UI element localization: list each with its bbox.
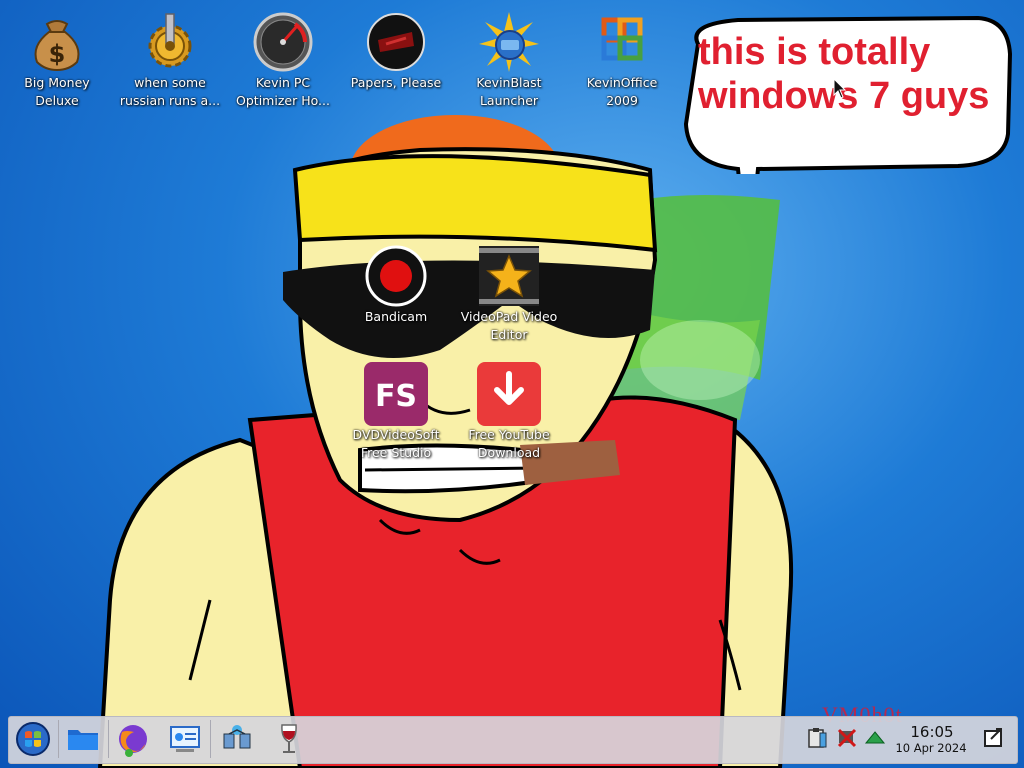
speedometer-icon xyxy=(253,12,313,72)
fs-icon: FS xyxy=(364,362,428,426)
desktop-icon-bandicam[interactable]: Bandicam xyxy=(342,244,450,326)
office-icon xyxy=(601,17,643,61)
desktop-icon-kevinblast-launcher[interactable]: KevinBlast Launcher xyxy=(455,10,563,110)
svg-text:$: $ xyxy=(49,40,66,68)
show-desktop-icon[interactable] xyxy=(982,726,1006,750)
clock-date[interactable]: 10 Apr 2024 xyxy=(888,741,974,755)
desktop-icon-label: when some russian runs a... xyxy=(119,75,221,108)
desktop-icon-label: KevinBlast Launcher xyxy=(476,75,542,108)
clipboard-icon[interactable] xyxy=(806,727,828,749)
desktop-icon-kevin-pc-optimizer[interactable]: Kevin PC Optimizer Ho... xyxy=(229,10,337,110)
money-bag-icon: $ xyxy=(34,20,80,72)
clock-time[interactable]: 16:05 xyxy=(892,723,972,741)
download-arrow-icon xyxy=(477,362,541,426)
network-disconnected-icon[interactable] xyxy=(836,727,858,749)
start-orb-icon[interactable] xyxy=(14,720,52,758)
desktop-icon-free-youtube-download[interactable]: Free YouTube Download xyxy=(455,362,563,462)
mouse-cursor-icon xyxy=(833,78,847,99)
desktop-icon-big-money-deluxe[interactable]: $ Big Money Deluxe xyxy=(3,10,111,110)
desktop-icon-label: Papers, Please xyxy=(350,75,442,90)
desktop-icon-label: Kevin PC Optimizer Ho... xyxy=(236,75,330,108)
desktop-icon-label: DVDVideoSoft Free Studio xyxy=(352,427,440,460)
desktop-icon-papers-please[interactable]: Papers, Please xyxy=(342,10,450,92)
starburst-icon xyxy=(479,12,539,72)
desktop-icon-videopad[interactable]: VideoPad Video Editor xyxy=(455,244,563,344)
taskbar-separator xyxy=(108,720,109,758)
file-manager-icon[interactable] xyxy=(64,720,102,758)
speech-bubble-text: this is totally windows 7 guys xyxy=(698,30,1008,118)
network-icon[interactable] xyxy=(218,720,256,758)
update-arrow-icon[interactable] xyxy=(864,727,886,749)
gear-icon xyxy=(148,13,192,68)
desktop-icon-kevinoffice-2009[interactable]: KevinOffice 2009 xyxy=(568,10,676,110)
taskbar-separator xyxy=(58,720,59,758)
desktop-icon-label: VideoPad Video Editor xyxy=(460,309,558,342)
record-icon xyxy=(365,245,427,307)
desktop-icon-russian[interactable]: when some russian runs a... xyxy=(116,10,224,110)
desktop-icon-dvdvideosoft[interactable]: FS DVDVideoSoft Free Studio xyxy=(342,362,450,462)
desktop-icon-label: Free YouTube Download xyxy=(468,427,550,460)
control-panel-icon[interactable] xyxy=(166,720,204,758)
desktop-icon-label: Big Money Deluxe xyxy=(24,75,90,108)
speech-line-2: windows 7 guys xyxy=(698,75,990,117)
desktop[interactable]: this is totally windows 7 guys $ Big Mon… xyxy=(0,0,1024,768)
fs-badge-text: FS xyxy=(375,379,417,414)
taskbar-separator xyxy=(210,720,211,758)
desktop-icon-label: KevinOffice 2009 xyxy=(586,75,658,108)
speech-line-1: this is totally xyxy=(698,31,931,73)
desktop-icon-label: Bandicam xyxy=(364,309,428,324)
papers-please-icon xyxy=(367,13,425,71)
wine-glass-icon[interactable] xyxy=(270,720,308,758)
firefox-icon[interactable] xyxy=(114,720,152,758)
film-star-icon xyxy=(479,246,539,306)
